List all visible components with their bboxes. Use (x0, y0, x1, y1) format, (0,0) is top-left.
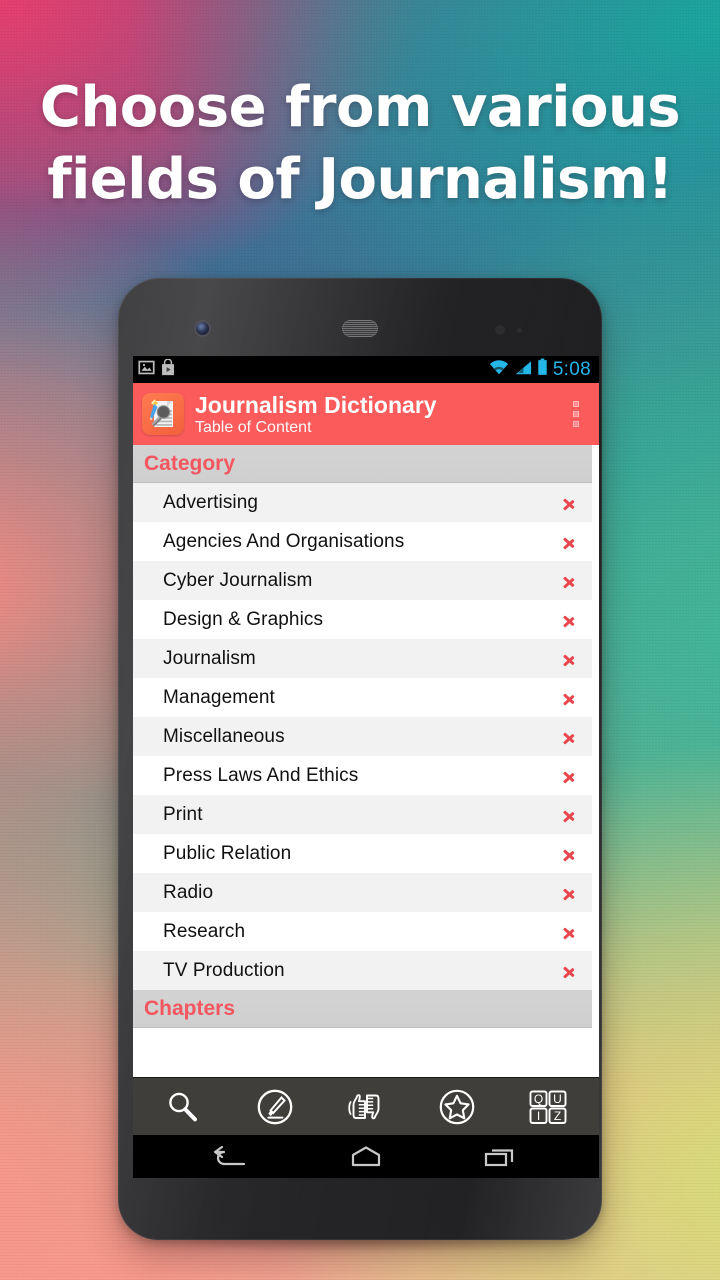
list-item-label: Research (163, 920, 246, 942)
back-icon[interactable] (196, 1139, 266, 1175)
list-item[interactable]: Public Relation (133, 834, 592, 873)
phone-bottom-bezel (133, 1178, 599, 1218)
list-item[interactable]: Press Laws And Ethics (133, 756, 592, 795)
chevron-right-icon (556, 802, 582, 828)
svg-text:I: I (536, 1109, 539, 1123)
earpiece-speaker-icon (342, 320, 378, 337)
list-item-label: Advertising (163, 491, 259, 513)
list-item-label: Miscellaneous (163, 725, 285, 747)
list-item[interactable]: Radio (133, 873, 592, 912)
list-item-label: TV Production (163, 959, 285, 981)
proximity-sensor-icon (495, 325, 505, 335)
list-item[interactable]: TV Production (133, 951, 592, 990)
journalism-dictionary-app-icon (142, 393, 184, 435)
chevron-right-icon (556, 841, 582, 867)
chevron-right-icon (556, 646, 582, 672)
list-item[interactable]: Design & Graphics (133, 600, 592, 639)
phone-screen: 5:08 Journalism Dictionary Table of Cont… (133, 356, 599, 1178)
svg-text:U: U (553, 1092, 562, 1106)
status-bar: 5:08 (133, 356, 599, 383)
battery-icon (537, 358, 548, 381)
app-bar-titles: Journalism Dictionary Table of Content (195, 392, 563, 437)
page-title: Journalism Dictionary (195, 391, 437, 418)
list-item-label: Radio (163, 881, 214, 903)
phone-device-frame: 5:08 Journalism Dictionary Table of Cont… (118, 278, 602, 1240)
page-subtitle: Table of Content (195, 418, 312, 436)
status-bar-clock: 5:08 (552, 358, 591, 380)
chevron-right-icon (556, 919, 582, 945)
promo-headline: Choose from various fields of Journalism… (0, 72, 720, 216)
list-item[interactable]: Management (133, 678, 592, 717)
chevron-right-icon (556, 763, 582, 789)
chevron-right-icon (556, 607, 582, 633)
thumbs-up-down-icon[interactable] (334, 1084, 398, 1130)
section-header-chapters: Chapters (133, 990, 592, 1028)
section-header-category: Category (133, 445, 592, 483)
chevron-right-icon (556, 685, 582, 711)
list-item-label: Public Relation (163, 842, 292, 864)
category-list[interactable]: Category Advertising Agencies And Organi… (133, 445, 599, 1077)
chevron-right-icon (556, 568, 582, 594)
status-bar-notifications (138, 358, 176, 381)
overflow-menu-icon[interactable] (563, 391, 589, 437)
cellular-signal-icon (514, 359, 532, 381)
list-item[interactable]: Miscellaneous (133, 717, 592, 756)
bottom-toolbar: Q U I Z (133, 1077, 599, 1135)
list-item[interactable]: Journalism (133, 639, 592, 678)
android-navigation-bar (133, 1135, 599, 1178)
search-icon[interactable] (152, 1084, 216, 1130)
chevron-right-icon (556, 490, 582, 516)
wifi-icon (489, 359, 509, 381)
list-item-label: Press Laws And Ethics (163, 764, 359, 786)
app-bar: Journalism Dictionary Table of Content (133, 383, 599, 445)
chevron-right-icon (556, 958, 582, 984)
list-item[interactable]: Advertising (133, 483, 592, 522)
status-bar-system-icons: 5:08 (489, 358, 591, 381)
list-item-label: Agencies And Organisations (163, 530, 405, 552)
list-item-label: Cyber Journalism (163, 569, 313, 591)
play-store-icon (160, 358, 176, 381)
front-camera-icon (196, 322, 209, 335)
pen-nib-icon[interactable] (243, 1084, 307, 1130)
list-item[interactable]: Print (133, 795, 592, 834)
list-item-label: Management (163, 686, 275, 708)
svg-text:Q: Q (533, 1092, 542, 1106)
home-icon[interactable] (331, 1139, 401, 1175)
list-item[interactable]: Cyber Journalism (133, 561, 592, 600)
list-item-label: Design & Graphics (163, 608, 324, 630)
svg-text:Z: Z (553, 1109, 560, 1123)
chevron-right-icon (556, 724, 582, 750)
screenshot-image-icon (138, 359, 155, 381)
chevron-right-icon (556, 880, 582, 906)
light-sensor-icon (517, 328, 522, 333)
headline-line-1: Choose from various (39, 75, 681, 140)
list-item-label: Print (163, 803, 203, 825)
headline-line-2: fields of Journalism! (47, 147, 673, 212)
quiz-icon[interactable]: Q U I Z (516, 1084, 580, 1130)
chevron-right-icon (556, 529, 582, 555)
star-icon[interactable] (425, 1084, 489, 1130)
recents-icon[interactable] (466, 1139, 536, 1175)
list-item-label: Journalism (163, 647, 256, 669)
list-item[interactable]: Research (133, 912, 592, 951)
list-item[interactable]: Agencies And Organisations (133, 522, 592, 561)
